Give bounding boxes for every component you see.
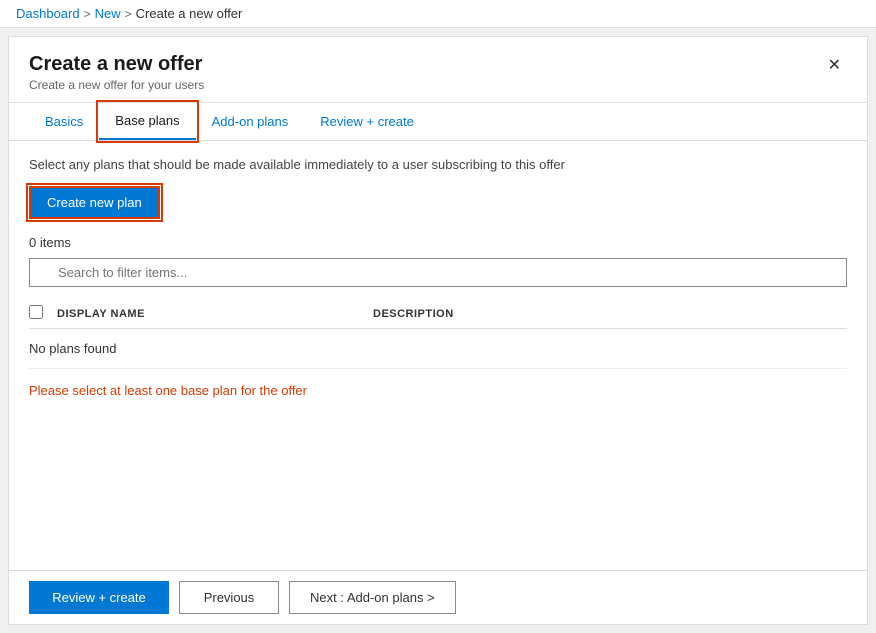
items-count: 0 items <box>29 235 847 250</box>
panel-subtitle: Create a new offer for your users <box>29 78 204 92</box>
panel-header-text: Create a new offer Create a new offer fo… <box>29 53 204 92</box>
no-plans-message: No plans found <box>29 329 847 369</box>
breadcrumb-current: Create a new offer <box>136 6 243 21</box>
previous-button[interactable]: Previous <box>179 581 279 614</box>
review-create-button[interactable]: Review + create <box>29 581 169 614</box>
col-display-name: DISPLAY NAME <box>57 308 373 320</box>
select-all-checkbox[interactable] <box>29 305 43 319</box>
search-input[interactable] <box>29 258 847 287</box>
breadcrumb-sep-1: > <box>84 7 91 21</box>
page-wrapper: Dashboard > New > Create a new offer Cre… <box>0 0 876 633</box>
select-all-col <box>29 305 57 322</box>
breadcrumb-sep-2: > <box>125 7 132 21</box>
breadcrumb-dashboard[interactable]: Dashboard <box>16 6 80 21</box>
panel-header: Create a new offer Create a new offer fo… <box>9 37 867 103</box>
create-new-plan-button[interactable]: Create new plan <box>29 186 160 219</box>
panel-content: Select any plans that should be made ava… <box>9 141 867 570</box>
content-description: Select any plans that should be made ava… <box>29 157 847 172</box>
main-panel: Create a new offer Create a new offer fo… <box>8 36 868 625</box>
tab-review-create[interactable]: Review + create <box>304 103 430 140</box>
table-header: DISPLAY NAME DESCRIPTION <box>29 299 847 329</box>
close-button[interactable]: ✕ <box>822 53 847 77</box>
breadcrumb-new[interactable]: New <box>95 6 121 21</box>
breadcrumb-bar: Dashboard > New > Create a new offer <box>0 0 876 28</box>
search-wrapper: 🔍 <box>29 258 847 287</box>
tabs-bar: Basics Base plans Add-on plans Review + … <box>9 103 867 141</box>
panel-footer: Review + create Previous Next : Add-on p… <box>9 570 867 624</box>
error-message: Please select at least one base plan for… <box>29 383 847 398</box>
tab-basics[interactable]: Basics <box>29 103 99 140</box>
next-button[interactable]: Next : Add-on plans > <box>289 581 456 614</box>
col-description: DESCRIPTION <box>373 308 847 320</box>
tab-base-plans[interactable]: Base plans <box>99 103 195 140</box>
tab-addon-plans[interactable]: Add-on plans <box>196 103 305 140</box>
breadcrumb: Dashboard > New > Create a new offer <box>16 6 242 21</box>
panel-title: Create a new offer <box>29 53 204 76</box>
